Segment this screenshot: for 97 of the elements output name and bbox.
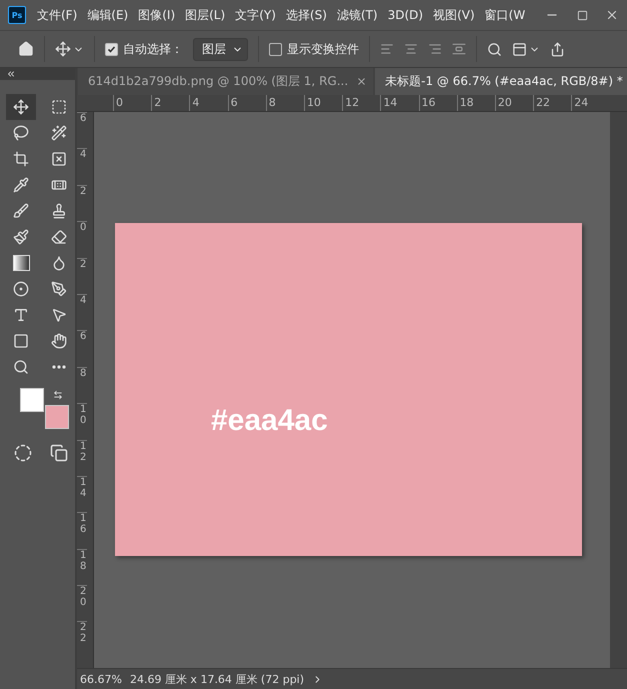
menu-item[interactable]: 编辑(E) (82, 6, 134, 24)
move-arrows-icon (13, 99, 29, 115)
menu-item[interactable]: 窗口(W (480, 6, 530, 24)
eraser-icon (51, 229, 67, 245)
crop-icon (13, 151, 29, 167)
foreground-color-swatch[interactable] (20, 388, 44, 412)
ruler-label: 24 (571, 95, 610, 111)
home-button[interactable] (18, 41, 34, 57)
ellipsis-icon (52, 365, 66, 369)
document-size: 24.69 厘米 x 17.64 厘米 (72 ppi) (130, 672, 304, 686)
brush-icon (13, 203, 29, 219)
workspace-button[interactable] (512, 42, 540, 56)
dashed-square-icon (51, 99, 67, 115)
ruler-label: 16 (77, 512, 87, 549)
ruler-label: 8 (77, 366, 87, 404)
collapse-icon[interactable] (6, 69, 16, 79)
menu-item[interactable]: 滤镜(T) (332, 6, 383, 24)
stamp-icon (51, 203, 67, 219)
share-button[interactable] (550, 42, 565, 56)
layer-dropdown[interactable]: 图层 (193, 38, 248, 60)
pointer-icon (51, 307, 67, 323)
close-icon (356, 76, 368, 87)
ruler-label: 0 (113, 95, 152, 111)
ruler-label: 18 (456, 95, 495, 111)
close-icon (605, 8, 619, 22)
align-right-button[interactable] (428, 42, 442, 56)
hand-icon (51, 333, 67, 349)
menu-item[interactable]: 选择(S) (280, 6, 332, 24)
zoom-level: 66.67% (80, 672, 122, 686)
align-left-button[interactable] (380, 42, 394, 56)
lasso-icon (13, 125, 29, 141)
ruler-label: 0 (77, 221, 87, 258)
ruler-label: 12 (77, 440, 87, 476)
tool-button[interactable] (6, 94, 36, 120)
ruler-label: 10 (304, 95, 342, 111)
ruler-label: 2 (151, 95, 190, 111)
window-icon (512, 42, 527, 56)
move-tool-button[interactable] (55, 41, 84, 57)
ruler-label: 2 (77, 184, 87, 222)
menu-item[interactable]: 图像(I) (133, 6, 180, 24)
magic-wand-icon (51, 125, 67, 141)
ruler-label: 12 (342, 95, 380, 111)
paintbrush-icon (13, 229, 29, 245)
ruler-label: 6 (77, 330, 87, 367)
ruler-label: 6 (77, 112, 87, 148)
ruler-label: 22 (77, 621, 87, 658)
ruler-label: 8 (266, 95, 304, 111)
ruler-label: 2 (77, 258, 87, 294)
screen-mode-icon[interactable] (50, 444, 68, 462)
canvas-text: #eaa4ac (211, 404, 328, 437)
ruler-label: 16 (418, 95, 457, 111)
distribute-icon (452, 42, 466, 56)
eyedropper-icon (13, 177, 29, 193)
ruler-label: 4 (77, 148, 87, 185)
align-right-icon (428, 42, 442, 56)
ruler-label: 4 (77, 294, 87, 330)
menu-item[interactable]: 3D(D) (382, 8, 428, 22)
menu-item[interactable]: 文字(Y) (230, 6, 281, 24)
ruler-label: 14 (380, 95, 418, 111)
ruler-label: 22 (533, 95, 572, 111)
move-arrows-icon (55, 41, 71, 57)
ruler-label: 4 (189, 95, 228, 111)
ruler-label: 6 (228, 95, 266, 111)
search-icon (487, 42, 502, 56)
square-icon (13, 333, 29, 349)
swap-icon[interactable] (53, 390, 63, 400)
distribute-button[interactable] (452, 42, 466, 56)
app-logo: Ps (8, 6, 26, 24)
ruler-label: 10 (77, 403, 87, 440)
document-tab[interactable]: 未标题-1 @ 66.7% (#eaa4ac, RGB/8#) * (375, 68, 627, 95)
pen-icon (51, 281, 67, 297)
search-button[interactable] (487, 42, 502, 56)
gradient-icon (12, 255, 30, 271)
menu-item[interactable]: 图层(L) (180, 6, 230, 24)
share-icon (550, 42, 565, 56)
square-icon (576, 10, 588, 20)
menu-item[interactable]: 视图(V) (428, 6, 480, 24)
search-icon (13, 359, 29, 375)
align-center-icon (404, 42, 418, 56)
droplet-icon (51, 255, 67, 271)
crossed-square-icon (51, 151, 67, 167)
background-color-swatch[interactable] (45, 405, 69, 429)
check-icon (107, 44, 116, 54)
ruler-label: 20 (77, 585, 87, 622)
document-tab[interactable]: 614d1b2a799db.png @ 100% (图层 1, RG... (78, 68, 374, 95)
align-center-button[interactable] (404, 42, 418, 56)
quick-mask-icon[interactable] (14, 444, 32, 462)
align-left-icon (380, 42, 394, 56)
circle-dot-icon (13, 281, 29, 297)
home-icon (18, 41, 34, 57)
ruler-label: 14 (77, 476, 87, 512)
text-icon (13, 307, 29, 323)
ruler-label: 18 (77, 548, 87, 586)
auto-select-checkbox[interactable]: 自动选择： (105, 40, 183, 58)
menu-item[interactable]: 文件(F) (32, 6, 82, 24)
show-transform-checkbox[interactable]: 显示变换控件 (269, 40, 359, 58)
ruler-label: 20 (494, 95, 534, 111)
